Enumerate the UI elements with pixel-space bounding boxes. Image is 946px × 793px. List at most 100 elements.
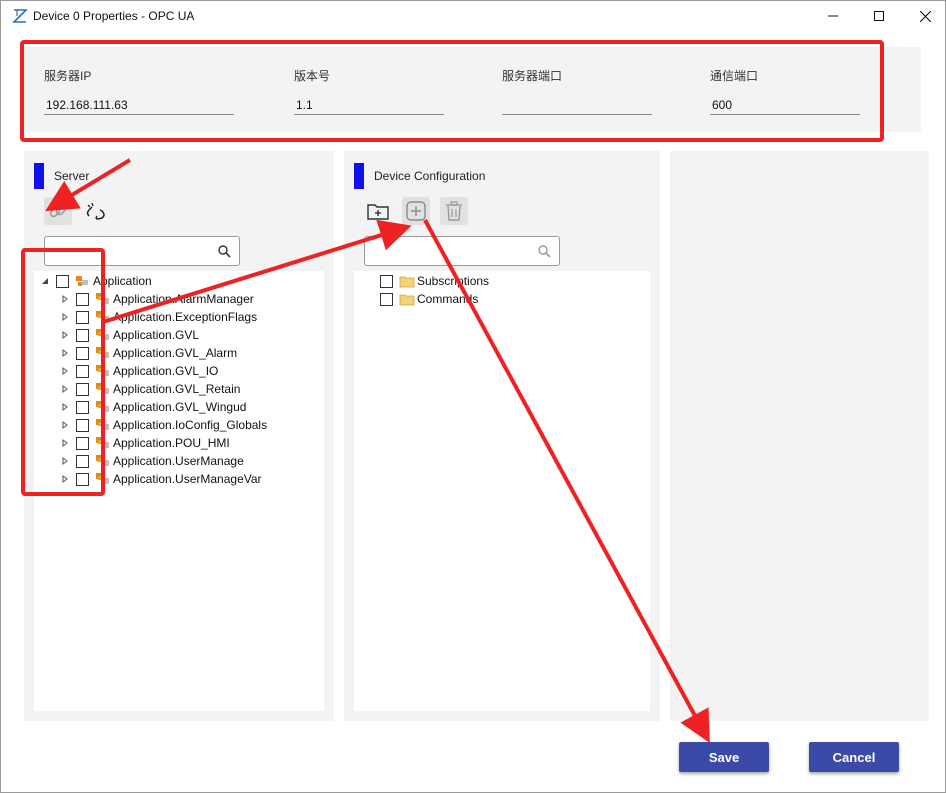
window-title: Device 0 Properties - OPC UA [33,9,195,23]
close-button[interactable] [902,0,946,32]
server-panel: Server Application Application.AlarmMana… [24,151,334,721]
variable-list-icon [95,310,111,324]
root-checkbox[interactable] [56,274,69,288]
variable-list-icon [95,382,111,396]
item-checkbox[interactable] [76,382,89,396]
connect-button[interactable] [44,197,72,225]
tree-item[interactable]: Application.POU_HMI [60,434,230,452]
tree-item-label: Application.AlarmManager [113,292,254,306]
collapsed-arrow-icon[interactable] [60,312,70,322]
item-checkbox[interactable] [76,436,89,450]
delete-icon [446,201,462,221]
collapsed-arrow-icon[interactable] [60,456,70,466]
config-item[interactable]: Subscriptions [380,272,489,290]
tree-item[interactable]: Application.GVL_Alarm [60,344,237,362]
item-checkbox[interactable] [76,310,89,324]
variable-list-icon [95,418,111,432]
cancel-button[interactable]: Cancel [809,742,899,772]
collapsed-arrow-icon[interactable] [60,330,70,340]
server-ip-field: 服务器IP 192.168.111.63 [44,67,234,115]
server-port-input[interactable] [502,95,652,115]
tree-item-label: Application.GVL [113,328,200,342]
title-bar: Device 0 Properties - OPC UA [0,0,946,32]
tree-item[interactable]: Application.GVL [60,326,199,344]
add-folder-button[interactable] [364,197,392,225]
config-item-label: Subscriptions [417,274,490,288]
item-checkbox[interactable] [380,274,393,288]
tree-root[interactable]: Application [40,272,152,290]
config-item[interactable]: Commands [380,290,478,308]
version-label: 版本号 [294,69,331,83]
item-checkbox[interactable] [76,400,89,414]
tree-item[interactable]: Application.GVL_Retain [60,380,240,398]
device-config-header: Device Configuration [354,163,485,189]
collapsed-arrow-icon[interactable] [60,348,70,358]
tree-item-label: Application.GVL_Alarm [113,346,238,360]
server-search[interactable] [44,236,240,266]
link-icon [49,204,67,218]
item-checkbox[interactable] [76,454,89,468]
collapsed-arrow-icon[interactable] [60,420,70,430]
collapsed-arrow-icon[interactable] [60,474,70,484]
delete-button[interactable] [440,197,468,225]
item-checkbox[interactable] [76,364,89,378]
server-ip-input[interactable]: 192.168.111.63 [44,95,234,115]
tree-item-label: Application.GVL_IO [113,364,219,378]
tree-item-label: Application.UserManageVar [113,472,262,486]
tree-item-label: Application.IoConfig_Globals [113,418,268,432]
item-checkbox[interactable] [76,472,89,486]
comm-port-field: 通信端口 600 [710,67,860,115]
item-checkbox[interactable] [76,346,89,360]
folder-icon [399,292,415,306]
add-button[interactable] [402,197,430,225]
collapsed-arrow-icon[interactable] [60,402,70,412]
device-config-search[interactable] [364,236,560,266]
server-port-field: 服务器端口 [502,67,652,115]
variable-list-icon [95,436,111,450]
save-button[interactable]: Save [679,742,769,772]
search-icon [538,245,551,258]
device-config-toolbar [364,197,478,225]
tree-item[interactable]: Application.UserManage [60,452,244,470]
expanded-arrow-icon[interactable] [40,276,50,286]
collapsed-arrow-icon[interactable] [60,294,70,304]
accent-bar [34,163,44,189]
tree-item-label: Application.ExceptionFlags [113,310,258,324]
tree-item[interactable]: Application.GVL_Wingud [60,398,246,416]
unlink-icon [86,202,105,220]
tree-item[interactable]: Application.ExceptionFlags [60,308,257,326]
tree-item[interactable]: Application.IoConfig_Globals [60,416,267,434]
item-checkbox[interactable] [76,292,89,306]
tree-item[interactable]: Application.UserManageVar [60,470,262,488]
comm-port-input[interactable]: 600 [710,95,860,115]
variable-list-icon [95,292,111,306]
variable-list-icon [95,472,111,486]
collapsed-arrow-icon[interactable] [60,438,70,448]
version-input[interactable]: 1.1 [294,95,444,115]
item-checkbox[interactable] [76,328,89,342]
maximize-button[interactable] [856,0,902,32]
variable-list-icon [95,364,111,378]
minimize-button[interactable] [810,0,856,32]
collapsed-arrow-icon[interactable] [60,384,70,394]
device-config-search-input[interactable] [365,237,559,265]
tree-item[interactable]: Application.GVL_IO [60,362,218,380]
server-search-input[interactable] [45,237,239,265]
item-checkbox[interactable] [380,292,393,306]
tree-item[interactable]: Application.AlarmManager [60,290,254,308]
maximize-icon [874,11,884,21]
variable-list-icon [95,400,111,414]
item-checkbox[interactable] [76,418,89,432]
server-toolbar [44,197,120,225]
tree-root-label: Application [93,274,152,288]
disconnect-button[interactable] [82,197,110,225]
server-tree: Application Application.AlarmManager Appl… [34,271,324,711]
device-config-panel: Device Configuration Subscriptions Comma… [344,151,660,721]
folder-icon [399,274,415,288]
collapsed-arrow-icon[interactable] [60,366,70,376]
accent-bar [354,163,364,189]
variable-list-icon [95,346,111,360]
device-config-title: Device Configuration [374,169,486,183]
server-header: Server [34,163,89,189]
variable-list-icon [95,454,111,468]
